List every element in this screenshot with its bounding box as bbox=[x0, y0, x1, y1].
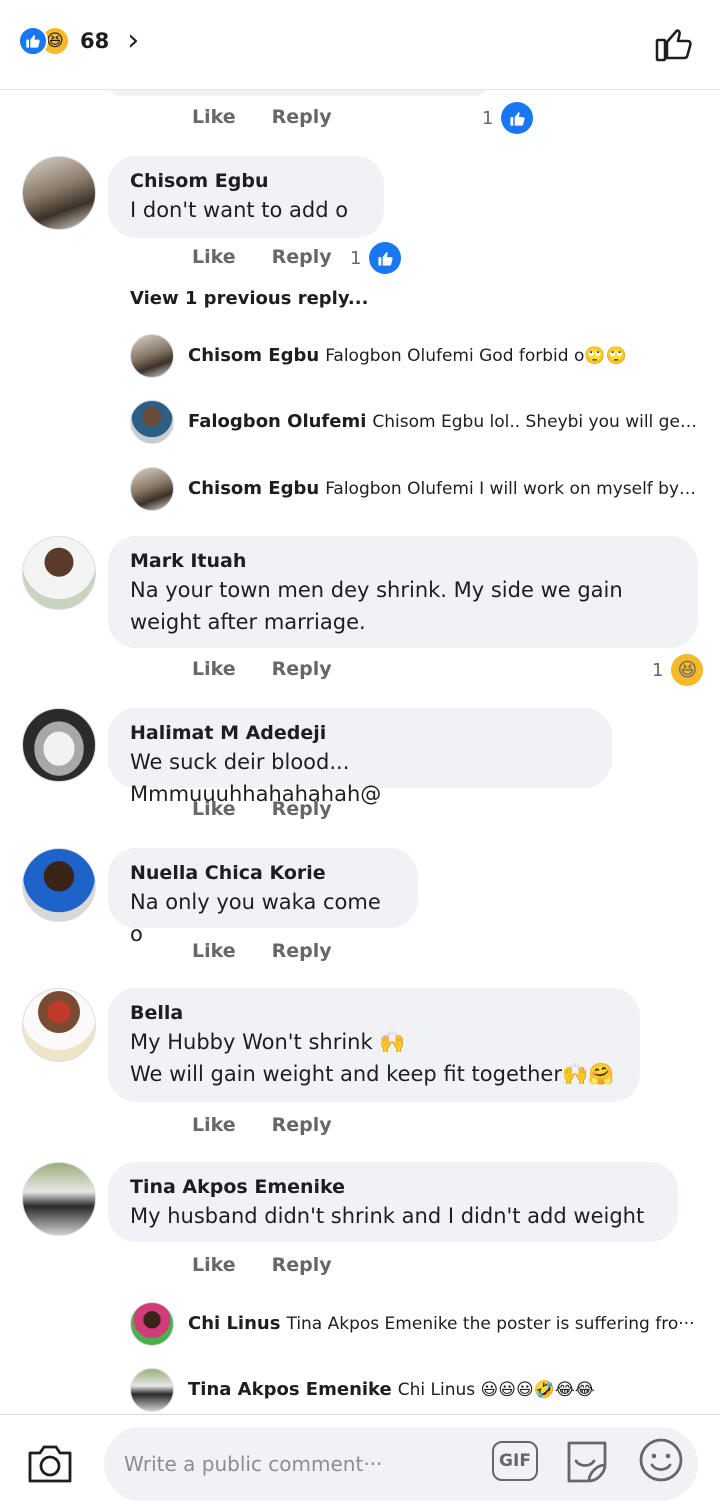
commenter-name[interactable]: Chisom Egbu bbox=[130, 168, 362, 194]
commenter-name[interactable]: Mark Ituah bbox=[130, 548, 676, 574]
camera-icon[interactable] bbox=[26, 1441, 74, 1485]
reply-author[interactable]: Chi Linus bbox=[188, 1313, 280, 1334]
comment-text-line2: We will gain weight and keep fit togethe… bbox=[130, 1062, 615, 1086]
reaction-count: 1 bbox=[652, 659, 664, 681]
comment-bubble: Bella My Hubby Won't shrink 🙌 We will ga… bbox=[108, 988, 640, 1102]
reply-button[interactable]: Reply bbox=[272, 106, 332, 128]
avatar[interactable] bbox=[130, 1368, 174, 1412]
comment-actions: Like Reply bbox=[192, 246, 332, 268]
reply-button[interactable]: Reply bbox=[272, 658, 332, 680]
reply-text: Chi Linus 😃😃😃🤣😂😂 bbox=[397, 1380, 595, 1400]
reply-button[interactable]: Reply bbox=[272, 1254, 332, 1276]
emoji-icon[interactable] bbox=[638, 1437, 684, 1483]
comment-reactions[interactable]: 1 😆 bbox=[652, 654, 704, 686]
reaction-count: 1 bbox=[482, 107, 494, 129]
gif-button[interactable]: GIF bbox=[492, 1441, 538, 1481]
reaction-count: 1 bbox=[350, 247, 362, 269]
like-button[interactable]: Like bbox=[192, 658, 236, 680]
reply-button[interactable]: Reply bbox=[272, 798, 332, 820]
comment-reactions[interactable]: 1 bbox=[482, 102, 534, 134]
comment-input[interactable] bbox=[124, 1447, 484, 1481]
avatar[interactable] bbox=[130, 1302, 174, 1346]
comment-bubble: Nuella Chica Korie Na only you waka come… bbox=[108, 848, 418, 946]
comment-actions: Like Reply bbox=[192, 1114, 332, 1136]
avatar[interactable] bbox=[130, 400, 174, 444]
reply-author[interactable]: Chisom Egbu bbox=[188, 478, 319, 499]
reply-text: Tina Akpos Emenike the poster is sufferi… bbox=[286, 1314, 695, 1334]
reaction-count: 68 bbox=[80, 29, 110, 53]
avatar[interactable] bbox=[22, 536, 96, 610]
comment-actions: Like Reply bbox=[192, 658, 332, 680]
like-button[interactable]: Like bbox=[192, 1114, 236, 1136]
comment-bubble: Mark Ituah Na your town men dey shrink. … bbox=[108, 536, 698, 648]
comment-actions: Like Reply bbox=[192, 106, 332, 128]
commenter-name[interactable]: Bella bbox=[130, 1000, 618, 1026]
commenter-name[interactable]: Tina Akpos Emenike bbox=[130, 1174, 656, 1200]
haha-icon: 😆 bbox=[671, 654, 704, 686]
avatar[interactable] bbox=[130, 467, 174, 511]
comment-text: My Hubby Won't shrink 🙌 bbox=[130, 1030, 406, 1054]
like-post-button[interactable] bbox=[654, 24, 694, 64]
like-button[interactable]: Like bbox=[192, 246, 236, 268]
reply-item: Tina Akpos Emenike Chi Linus 😃😃😃🤣😂😂 bbox=[188, 1377, 698, 1403]
reply-text: Falogbon Olufemi I will work on myself b… bbox=[325, 479, 698, 499]
reply-author[interactable]: Falogbon Olufemi bbox=[188, 411, 366, 432]
reply-item: Chisom Egbu Falogbon Olufemi I will work … bbox=[188, 476, 698, 502]
partial-bubble bbox=[108, 90, 488, 96]
like-icon bbox=[501, 102, 534, 134]
comment-feed[interactable]: Like Reply 1 Chisom Egbu I don't want to… bbox=[0, 90, 720, 1414]
reply-text: Falogbon Olufemi God forbid o🙄🙄 bbox=[325, 346, 627, 366]
chevron-right-icon[interactable]: › bbox=[127, 26, 139, 56]
comment-actions: Like Reply bbox=[192, 1254, 332, 1276]
avatar[interactable] bbox=[22, 988, 96, 1062]
reply-author[interactable]: Tina Akpos Emenike bbox=[188, 1379, 392, 1400]
comment-text: Na your town men dey shrink. My side we … bbox=[130, 578, 623, 634]
reactions-header: 😆 68 › bbox=[0, 0, 720, 90]
avatar[interactable] bbox=[22, 156, 96, 230]
like-button[interactable]: Like bbox=[192, 106, 236, 128]
like-icon bbox=[369, 242, 402, 274]
comment-composer: GIF bbox=[0, 1414, 720, 1510]
comment-bubble: Tina Akpos Emenike My husband didn't shr… bbox=[108, 1162, 678, 1242]
avatar[interactable] bbox=[22, 708, 96, 782]
like-icon bbox=[18, 26, 48, 56]
comment-reactions[interactable]: 1 bbox=[350, 242, 402, 274]
comment-bubble: Chisom Egbu I don't want to add o bbox=[108, 156, 384, 238]
view-previous-replies-link[interactable]: View 1 previous reply... bbox=[130, 288, 368, 309]
comment-actions: Like Reply bbox=[192, 798, 332, 820]
commenter-name[interactable]: Halimat M Adedeji bbox=[130, 720, 590, 746]
reply-button[interactable]: Reply bbox=[272, 246, 332, 268]
sticker-icon[interactable] bbox=[564, 1437, 610, 1485]
reply-item: Chisom Egbu Falogbon Olufemi God forbid o… bbox=[188, 343, 698, 369]
avatar[interactable] bbox=[22, 1162, 96, 1236]
comment-actions: Like Reply bbox=[192, 940, 332, 962]
like-button[interactable]: Like bbox=[192, 1254, 236, 1276]
avatar[interactable] bbox=[130, 334, 174, 378]
reply-item: Chi Linus Tina Akpos Emenike the poster i… bbox=[188, 1311, 698, 1337]
avatar[interactable] bbox=[22, 848, 96, 922]
comment-text: My husband didn't shrink and I didn't ad… bbox=[130, 1204, 645, 1228]
reply-button[interactable]: Reply bbox=[272, 1114, 332, 1136]
reactions-summary[interactable]: 😆 68 › bbox=[18, 26, 139, 56]
reply-button[interactable]: Reply bbox=[272, 940, 332, 962]
like-button[interactable]: Like bbox=[192, 798, 236, 820]
like-button[interactable]: Like bbox=[192, 940, 236, 962]
comment-bubble: Halimat M Adedeji We suck deir blood... … bbox=[108, 708, 612, 806]
reply-item: Falogbon Olufemi Chisom Egbu lol.. Sheybi… bbox=[188, 409, 698, 435]
reply-text: Chisom Egbu lol.. Sheybi you will get p·… bbox=[372, 412, 698, 432]
reply-author[interactable]: Chisom Egbu bbox=[188, 345, 319, 366]
comment-text: I don't want to add o bbox=[130, 198, 349, 222]
commenter-name[interactable]: Nuella Chica Korie bbox=[130, 860, 396, 886]
